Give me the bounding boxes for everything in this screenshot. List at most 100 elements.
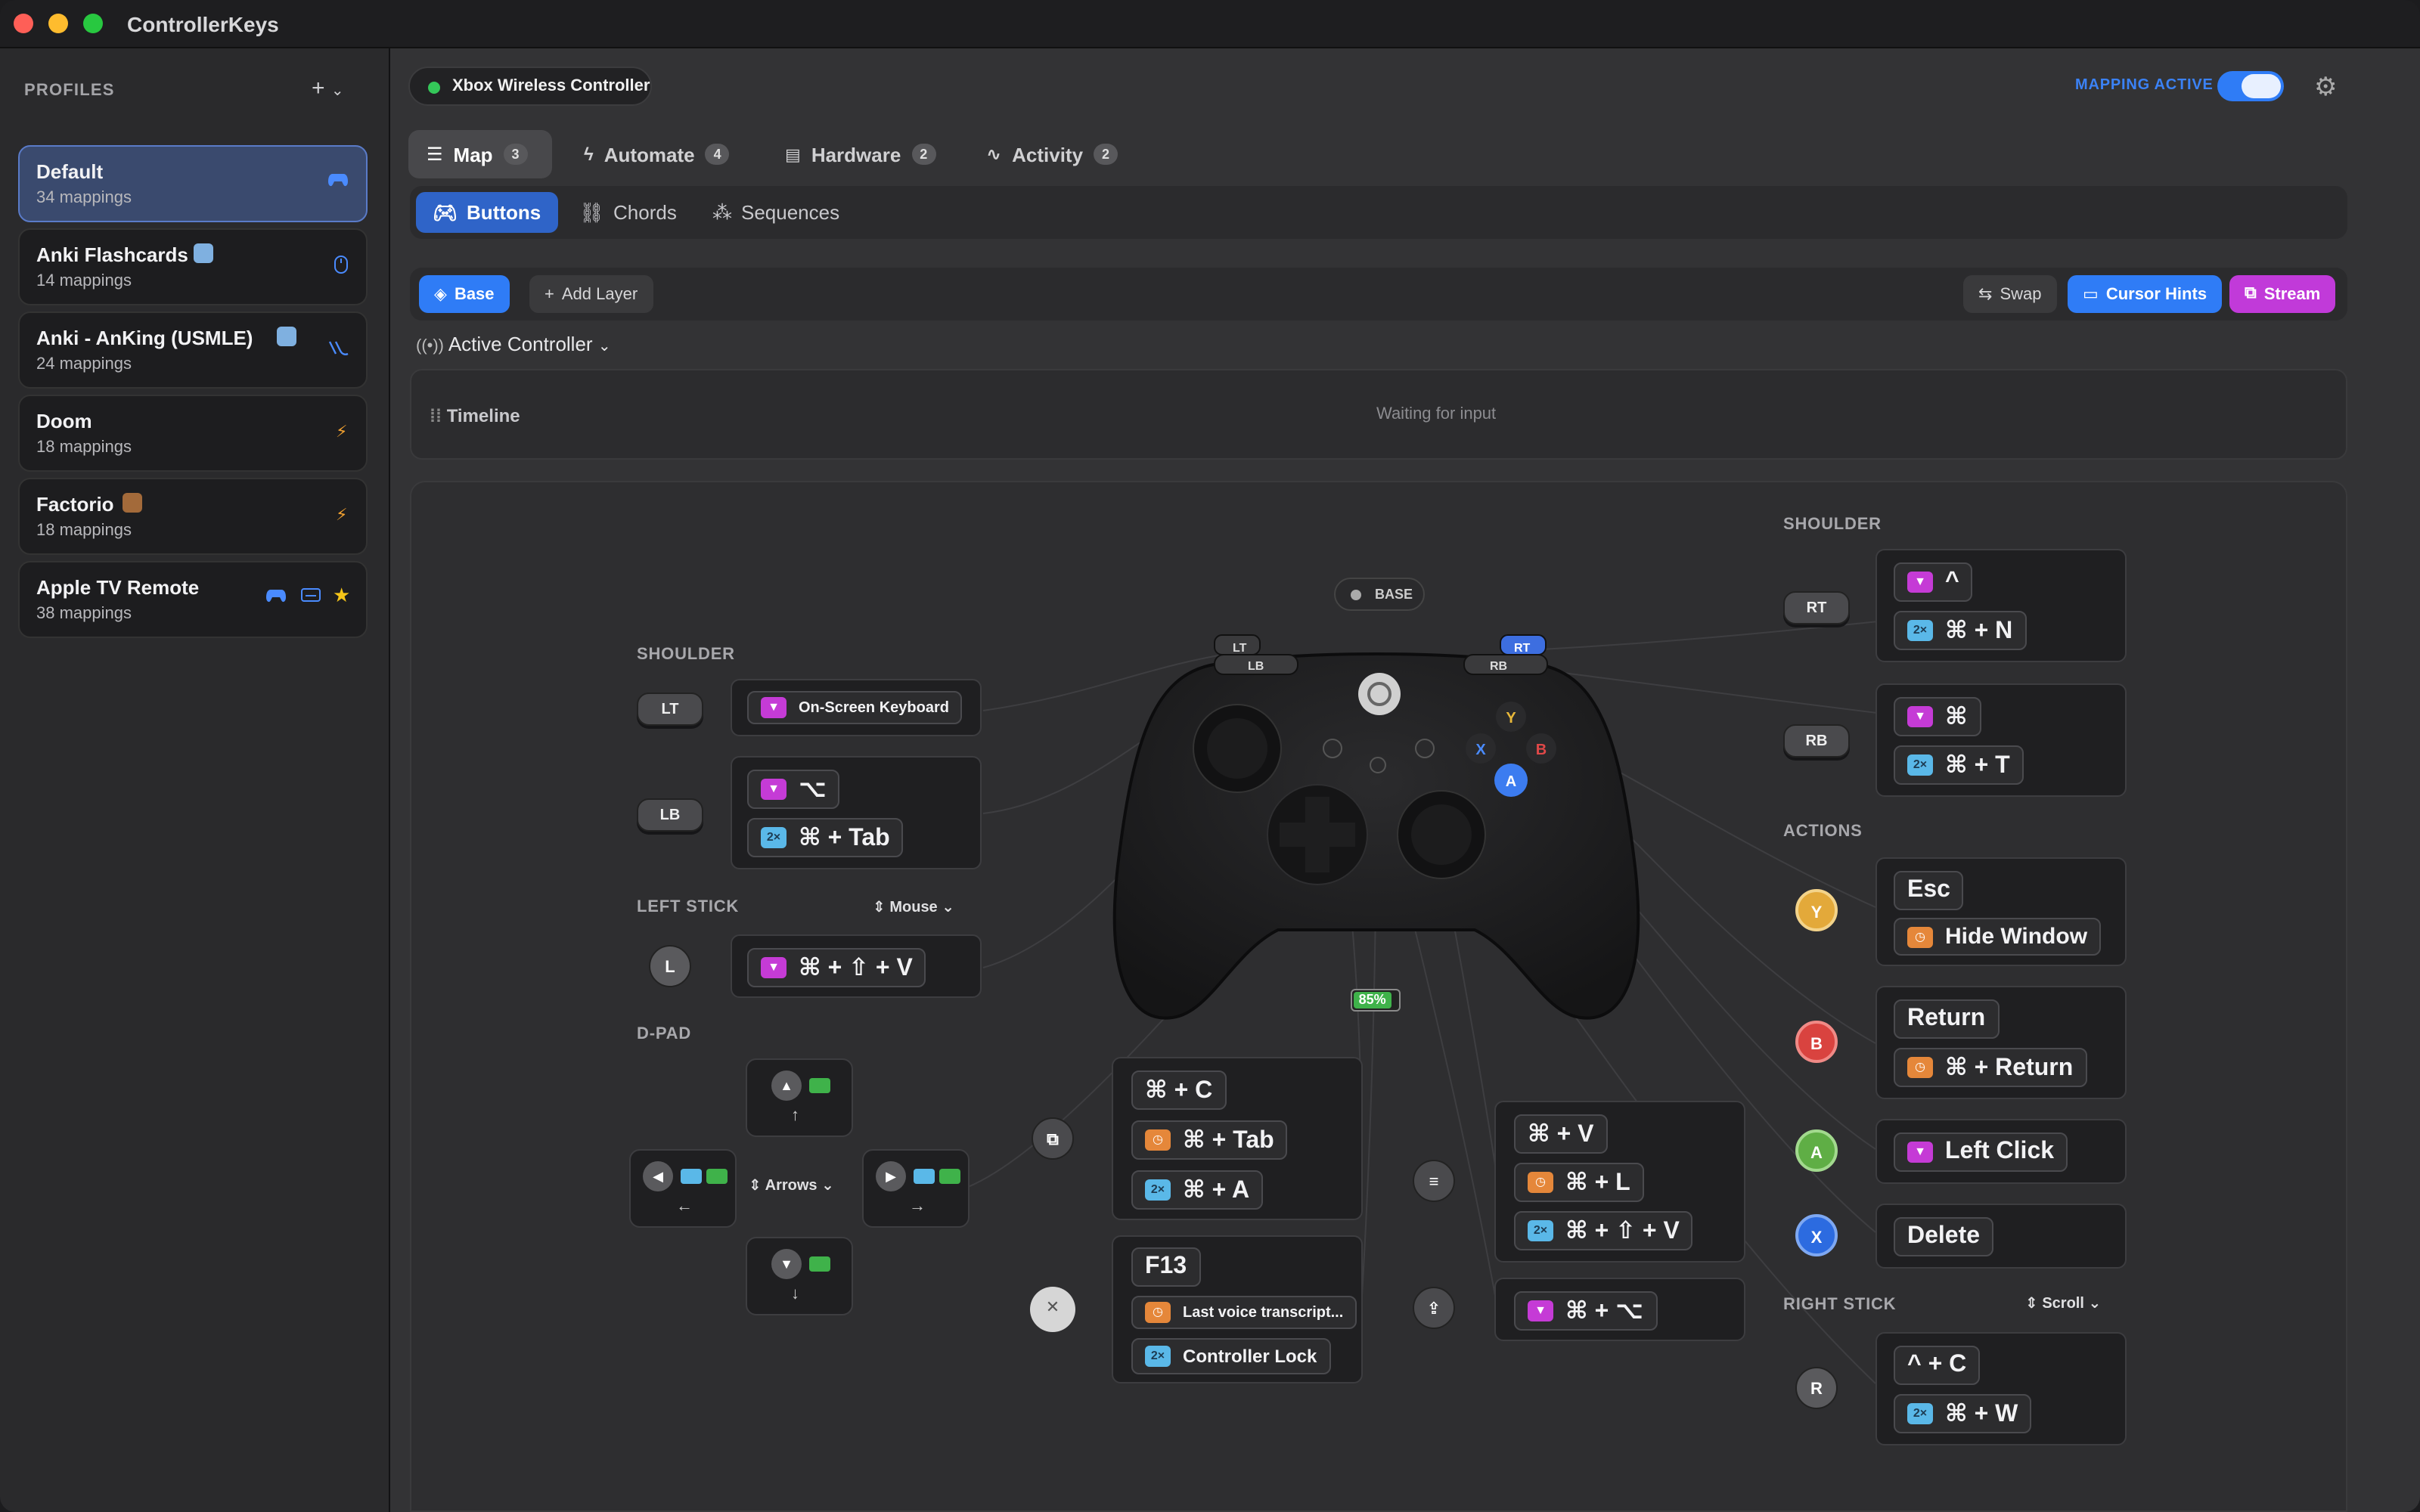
xbox-guide-button[interactable]: ✕ (1030, 1287, 1075, 1332)
dpad-up-icon: ▲ (771, 1070, 802, 1101)
y-mapping-card[interactable]: Esc ◷ Hide Window (1876, 857, 2127, 966)
svg-text:X: X (1475, 742, 1486, 758)
mapping-row: 2× Controller Lock (1131, 1338, 1331, 1374)
rt-mapping-card[interactable]: ▼ ^ 2× ⌘ + N (1876, 549, 2127, 662)
right-stick-button[interactable]: R (1795, 1367, 1838, 1409)
share-mapping-card[interactable]: ▼ ⌘ + ⌥ (1494, 1278, 1745, 1341)
dpad-down-card[interactable]: ▼ ↓ (746, 1237, 853, 1315)
svg-text:B: B (1536, 742, 1547, 758)
updown-icon: ⇕ (873, 900, 886, 916)
b-mapping-card[interactable]: Return ◷ ⌘ + Return (1876, 986, 2127, 1099)
xbox-mapping-card[interactable]: F13 ◷ Last voice transcript... 2× Controll… (1112, 1235, 1363, 1383)
lb-mapping-card[interactable]: ▼ ⌥ 2× ⌘ + Tab (731, 756, 982, 869)
mapping-row: F13 (1131, 1247, 1201, 1287)
chevron-down-icon: ⌄ (821, 1178, 834, 1194)
share-button[interactable]: ⇪ (1413, 1287, 1455, 1329)
chevron-down-icon: ⌄ (2088, 1296, 2102, 1312)
mapping-row: ◷ Last voice transcript... (1131, 1296, 1357, 1329)
right-stick-mapping-card[interactable]: ^ + C 2× ⌘ + W (1876, 1332, 2127, 1445)
mapping-row: ▼ ⌘ (1894, 697, 1981, 736)
view-button[interactable]: ⧉ (1032, 1117, 1074, 1160)
right-shoulder-title: SHOULDER (1783, 516, 1882, 534)
right-stick-mode-dropdown[interactable]: ⇕ Scroll ⌄ (2025, 1296, 2101, 1312)
app-window: ControllerKeys PROFILES + ⌄ Default 34 m… (0, 0, 2420, 1512)
dpad-up-card[interactable]: ▲ ↑ (746, 1058, 853, 1137)
xbox-controller-illustration: Y X B A (1112, 634, 1640, 1020)
mapping-text: Last voice transcript... (1183, 1304, 1344, 1321)
left-stick-title: LEFT STICK (637, 898, 740, 916)
double-press-icon: 2× (1528, 1220, 1553, 1241)
dpad-mode-dropdown[interactable]: ⇕ Arrows ⌄ (749, 1178, 834, 1194)
mapping-row: ◷ ⌘ + Return (1894, 1048, 2087, 1087)
mapping-row: ◷ Hide Window (1894, 918, 2102, 956)
mapping-text: ⌥ (799, 777, 827, 803)
mapping-row: 2× ⌘ + A (1131, 1170, 1264, 1210)
rb-button-chip[interactable]: RB (1783, 724, 1850, 758)
x-mapping-card[interactable]: Delete (1876, 1204, 2127, 1269)
mapping-text: ^ (1945, 569, 1959, 594)
right-stick-title: RIGHT STICK (1783, 1296, 1897, 1314)
svg-text:Y: Y (1506, 710, 1516, 727)
lt-button-chip[interactable]: LT (637, 692, 703, 726)
x-button[interactable]: X (1795, 1214, 1838, 1256)
b-button[interactable]: B (1795, 1021, 1838, 1063)
mapping-text: ⌘ + ⇧ + V (1565, 1219, 1680, 1244)
hold-icon: ▼ (1528, 1300, 1553, 1321)
rb-label: RB (1490, 659, 1508, 673)
mapping-text: Hide Window (1945, 924, 2088, 950)
lb-button-chip[interactable]: LB (637, 798, 703, 832)
mapping-text: ⌘ + Tab (799, 826, 890, 851)
double-press-icon: 2× (1907, 754, 1933, 776)
left-stick-button[interactable]: L (649, 945, 691, 987)
hold-icon: ▼ (761, 697, 786, 718)
long-press-icon: ◷ (1145, 1129, 1171, 1151)
long-press-icon: ◷ (1528, 1172, 1553, 1193)
menu-mapping-card[interactable]: ⌘ + V ◷ ⌘ + L 2× ⌘ + ⇧ + V (1494, 1101, 1745, 1263)
mapping-text: Controller Lock (1183, 1346, 1317, 1367)
gesture-badge (939, 1169, 960, 1184)
rb-mapping-card[interactable]: ▼ ⌘ 2× ⌘ + T (1876, 683, 2127, 797)
battery-level: 85% (1354, 992, 1392, 1009)
dpad-left-card[interactable]: ◀ ← (629, 1149, 737, 1228)
left-stick-mapping-card[interactable]: ▼ ⌘ + ⇧ + V (731, 934, 982, 998)
hold-icon: ▼ (1907, 572, 1933, 593)
mapping-text: Return (1907, 1005, 1986, 1031)
mapping-text: ⌘ + C (1145, 1078, 1213, 1104)
dpad-right-card[interactable]: ▶ → (862, 1149, 970, 1228)
hold-icon: ▼ (761, 779, 786, 800)
mapping-row: ◷ ⌘ + L (1514, 1163, 1644, 1202)
a-button[interactable]: A (1795, 1129, 1838, 1172)
double-press-icon: 2× (1145, 1346, 1171, 1367)
mapping-text: ⌘ + Return (1945, 1055, 2074, 1081)
double-press-icon: 2× (761, 827, 786, 848)
mapping-row: Esc (1894, 871, 1964, 910)
mapping-row: ▼ ⌘ + ⇧ + V (747, 948, 926, 987)
mapping-row: ▼ ^ (1894, 562, 1973, 602)
rt-button-chip[interactable]: RT (1783, 591, 1850, 624)
view-mapping-card[interactable]: ⌘ + C ◷ ⌘ + Tab 2× ⌘ + A (1112, 1057, 1363, 1220)
mapping-row: 2× ⌘ + Tab (747, 818, 904, 857)
mapping-row: 2× ⌘ + ⇧ + V (1514, 1211, 1693, 1250)
lb-label: LB (1248, 659, 1264, 673)
mapping-text: ⌘ (1945, 705, 1968, 730)
mapping-row: 2× ⌘ + T (1894, 745, 2024, 785)
mapping-row: 2× ⌘ + N (1894, 611, 2027, 650)
y-button[interactable]: Y (1795, 889, 1838, 931)
mapping-text: ⌘ + V (1528, 1122, 1594, 1148)
a-mapping-card[interactable]: ▼ Left Click (1876, 1119, 2127, 1184)
lt-mapping-card[interactable]: ▼ On-Screen Keyboard (731, 679, 982, 736)
menu-button[interactable]: ≡ (1413, 1160, 1455, 1202)
battery-indicator: 85% (1351, 989, 1401, 1012)
mapping-row: Return (1894, 999, 2000, 1039)
mapping-row: ◷ ⌘ + Tab (1131, 1120, 1288, 1160)
left-stick-mode-dropdown[interactable]: ⇕ Mouse ⌄ (873, 900, 954, 916)
mapping-text: ⌘ + T (1945, 753, 2010, 779)
mapping-row: ▼ Left Click (1894, 1132, 2068, 1172)
mapping-row: 2× ⌘ + W (1894, 1394, 2032, 1433)
svg-text:A: A (1506, 773, 1516, 790)
rt-label: RT (1514, 641, 1531, 655)
hold-icon: ▼ (1907, 1142, 1933, 1163)
dpad-right-icon: ▶ (876, 1161, 906, 1191)
arrow-right-icon: → (909, 1198, 926, 1216)
long-press-icon: ◷ (1145, 1302, 1171, 1323)
